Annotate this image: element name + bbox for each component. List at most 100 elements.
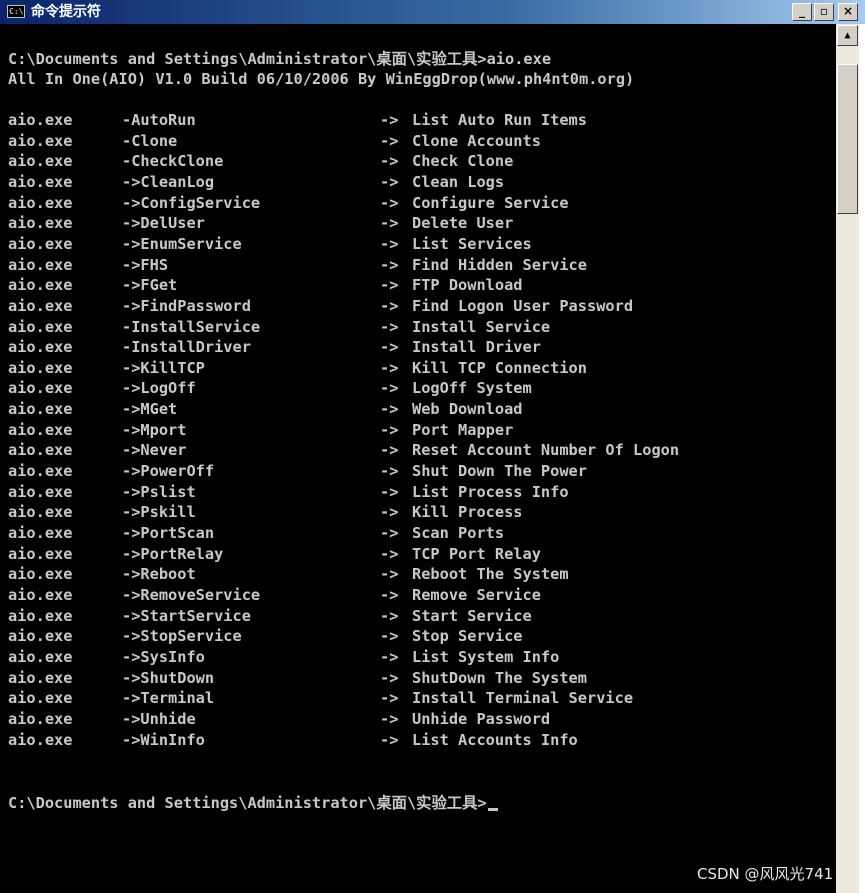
usage-description: Delete User xyxy=(412,214,514,233)
usage-row: aio.exe -AutoRun -> List Auto Run Items xyxy=(8,110,587,131)
usage-description: Check Clone xyxy=(412,152,514,171)
scroll-up-icon: ▲ xyxy=(844,30,851,41)
usage-arrow: -> xyxy=(380,709,399,728)
usage-exe: aio.exe xyxy=(8,276,73,295)
usage-exe: aio.exe xyxy=(8,379,73,398)
usage-exe: aio.exe xyxy=(8,544,73,563)
usage-description: Stop Service xyxy=(412,627,523,646)
usage-command: ->FGet xyxy=(122,276,178,295)
usage-row: aio.exe ->FHS -> Find Hidden Service xyxy=(8,255,587,276)
usage-description: List Accounts Info xyxy=(412,730,578,749)
usage-row: aio.exe ->Never -> Reset Account Number Of … xyxy=(8,440,679,461)
usage-command: ->Pslist xyxy=(122,482,196,501)
scroll-up-button[interactable]: ▲ xyxy=(837,25,858,46)
usage-arrow: -> xyxy=(380,647,399,666)
usage-description: Reboot The System xyxy=(412,565,569,584)
usage-description: TCP Port Relay xyxy=(412,544,541,563)
usage-exe: aio.exe xyxy=(8,441,73,460)
usage-description: Install Terminal Service xyxy=(412,689,634,708)
usage-exe: aio.exe xyxy=(8,565,73,584)
usage-exe: aio.exe xyxy=(8,193,73,212)
usage-arrow: -> xyxy=(380,668,399,687)
usage-arrow: -> xyxy=(380,379,399,398)
usage-row: aio.exe ->WinInfo -> List Accounts Info xyxy=(8,730,578,751)
usage-row: aio.exe ->FindPassword -> Find Logon User P… xyxy=(8,296,633,317)
usage-arrow: -> xyxy=(380,627,399,646)
usage-exe: aio.exe xyxy=(8,503,73,522)
usage-arrow: -> xyxy=(380,172,399,191)
usage-exe: aio.exe xyxy=(8,730,73,749)
usage-exe: aio.exe xyxy=(8,296,73,315)
usage-exe: aio.exe xyxy=(8,358,73,377)
usage-arrow: -> xyxy=(380,152,399,171)
usage-arrow: -> xyxy=(380,111,399,129)
usage-arrow: -> xyxy=(380,400,399,419)
maximize-button[interactable]: ▫ xyxy=(814,3,834,21)
usage-description: Reset Account Number Of Logon xyxy=(412,441,680,460)
usage-exe: aio.exe xyxy=(8,420,73,439)
usage-row: aio.exe ->CleanLog -> Clean Logs xyxy=(8,172,504,193)
usage-exe: aio.exe xyxy=(8,606,73,625)
usage-arrow: -> xyxy=(380,544,399,563)
close-icon: × xyxy=(842,4,854,18)
usage-command: ->EnumService xyxy=(122,234,242,253)
usage-command: ->PowerOff xyxy=(122,462,215,481)
usage-row: aio.exe ->EnumService -> List Services xyxy=(8,234,532,255)
window-title: 命令提示符 xyxy=(31,4,101,20)
usage-exe: aio.exe xyxy=(8,234,73,253)
usage-command: -InstallService xyxy=(122,317,261,336)
usage-exe: aio.exe xyxy=(8,462,73,481)
usage-row: aio.exe ->StartService -> Start Service xyxy=(8,606,532,627)
watermark: CSDN @风风光741 xyxy=(697,865,834,883)
usage-arrow: -> xyxy=(380,193,399,212)
usage-command: ->ShutDown xyxy=(122,668,215,687)
title-bar[interactable]: C:\ 命令提示符 _ ▫ × xyxy=(0,0,865,24)
usage-command: ->Unhide xyxy=(122,709,196,728)
usage-row: aio.exe -Clone -> Clone Accounts xyxy=(8,131,541,152)
usage-description: ShutDown The System xyxy=(412,668,587,687)
usage-description: FTP Download xyxy=(412,276,523,295)
cmd-app-icon[interactable]: C:\ xyxy=(7,5,25,18)
usage-arrow: -> xyxy=(380,462,399,481)
usage-row: aio.exe -InstallService -> Install Service xyxy=(8,317,550,338)
minimize-icon: _ xyxy=(799,4,805,18)
usage-description: Kill TCP Connection xyxy=(412,358,587,377)
usage-row: aio.exe ->Reboot -> Reboot The System xyxy=(8,564,569,585)
usage-row: aio.exe ->FGet -> FTP Download xyxy=(8,275,523,296)
usage-description: Install Service xyxy=(412,317,551,336)
usage-arrow: -> xyxy=(380,420,399,439)
usage-description: Install Driver xyxy=(412,338,541,357)
usage-description: List System Info xyxy=(412,647,560,666)
usage-row: aio.exe ->ConfigService -> Configure Servic… xyxy=(8,193,569,214)
usage-command: ->RemoveService xyxy=(122,585,261,604)
usage-row: aio.exe ->Pslist -> List Process Info xyxy=(8,482,569,503)
usage-command: ->KillTCP xyxy=(122,358,205,377)
usage-description: Shut Down The Power xyxy=(412,462,587,481)
usage-exe: aio.exe xyxy=(8,627,73,646)
usage-description: Web Download xyxy=(412,400,523,419)
usage-command: ->Pskill xyxy=(122,503,196,522)
close-button[interactable]: × xyxy=(838,3,858,21)
usage-row: aio.exe ->PowerOff -> Shut Down The Power xyxy=(8,461,587,482)
usage-description: LogOff System xyxy=(412,379,532,398)
usage-command: ->Reboot xyxy=(122,565,196,584)
usage-row: aio.exe ->StopService -> Stop Service xyxy=(8,626,523,647)
prompt-text: C:\Documents and Settings\Administrator\… xyxy=(8,794,487,812)
prompt-line: C:\Documents and Settings\Administrator\… xyxy=(8,50,552,68)
vertical-scrollbar[interactable]: ▲ xyxy=(836,24,865,893)
usage-arrow: -> xyxy=(380,234,399,253)
usage-command: -CheckClone xyxy=(122,152,224,171)
usage-row: aio.exe ->PortRelay -> TCP Port Relay xyxy=(8,544,541,565)
usage-exe: aio.exe xyxy=(8,689,73,708)
usage-description: Start Service xyxy=(412,606,532,625)
minimize-button[interactable]: _ xyxy=(792,3,812,21)
current-prompt[interactable]: C:\Documents and Settings\Administrator\… xyxy=(8,793,498,814)
usage-command: ->SysInfo xyxy=(122,647,205,666)
usage-command: ->Never xyxy=(122,441,187,460)
console-output[interactable]: C:\Documents and Settings\Administrator\… xyxy=(0,24,836,893)
scroll-thumb[interactable] xyxy=(837,64,858,214)
usage-description: Scan Ports xyxy=(412,524,505,542)
usage-exe: aio.exe xyxy=(8,482,73,501)
usage-arrow: -> xyxy=(380,338,399,357)
usage-command: ->FHS xyxy=(122,255,169,274)
